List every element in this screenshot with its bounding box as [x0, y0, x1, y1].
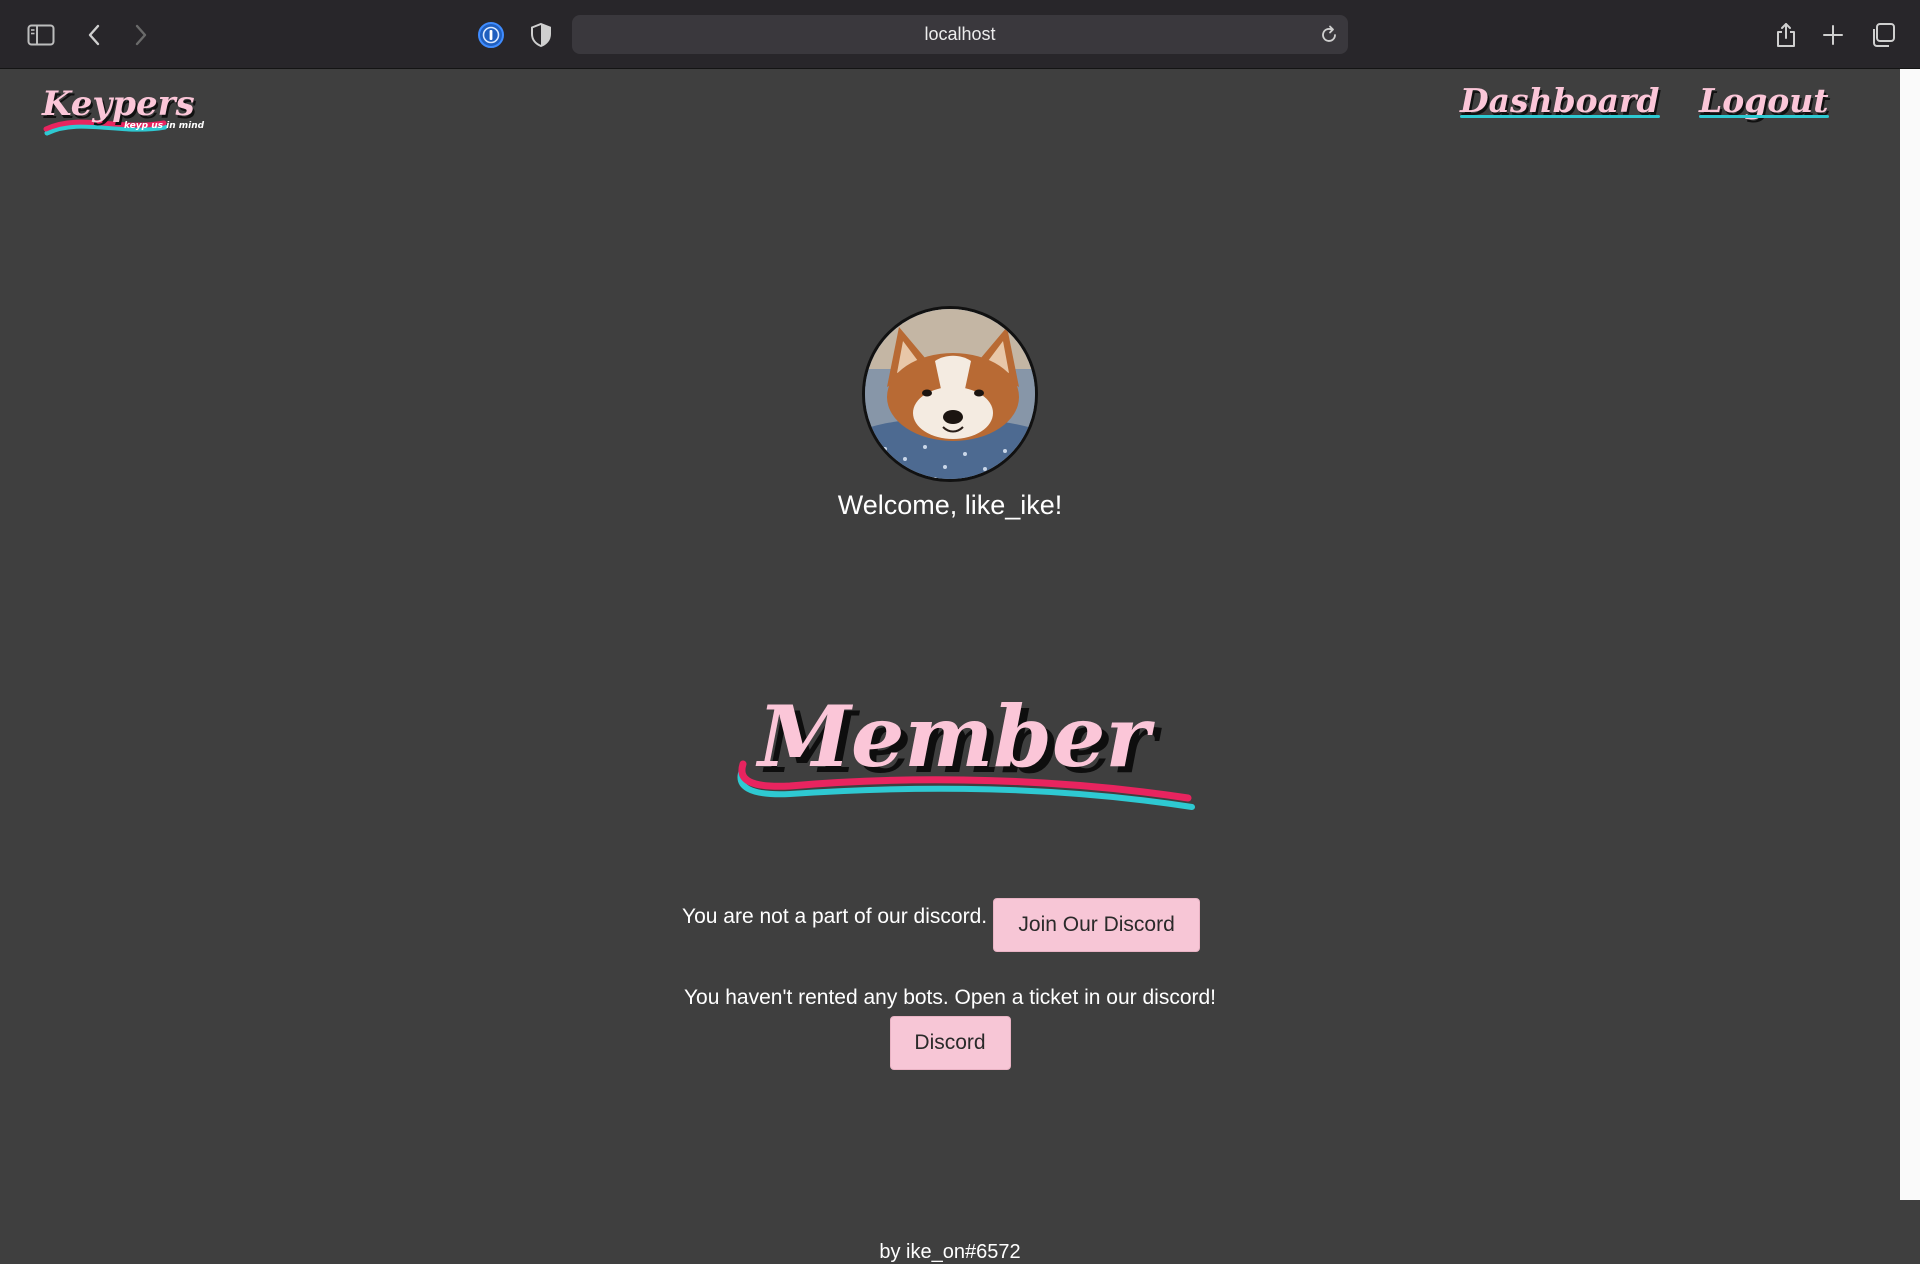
nav-dashboard-underline [1460, 115, 1660, 118]
join-discord-button[interactable]: Join Our Discord [993, 898, 1201, 952]
shield-icon[interactable] [526, 20, 556, 50]
browser-toolbar: localhost [0, 0, 1920, 69]
logo[interactable]: Keypers Keypers keyp us in mind [40, 83, 210, 143]
logo-title: Keypers [41, 84, 195, 124]
bots-status-row: You haven't rented any bots. Open a tick… [560, 986, 1340, 1070]
reload-icon[interactable] [1318, 24, 1340, 46]
logo-graphic: Keypers Keypers keyp us in mind [41, 84, 205, 136]
page-content: Keypers Keypers keyp us in mind Dashboar… [0, 69, 1900, 1263]
address-bar[interactable]: localhost [572, 15, 1348, 54]
discord-status-text: You are not a part of our discord. [682, 905, 988, 928]
tab-overview-icon[interactable] [1868, 20, 1898, 50]
share-icon[interactable] [1771, 20, 1801, 50]
sidebar-icon[interactable] [26, 20, 56, 50]
discord-button[interactable]: Discord [889, 1016, 1011, 1070]
discord-status-row: You are not a part of our discord. Join … [682, 898, 1201, 952]
onepassword-icon[interactable] [476, 20, 506, 50]
bots-status-text: You haven't rented any bots. Open a tick… [683, 986, 1217, 1009]
chevron-right-icon[interactable] [126, 20, 156, 50]
scrollbar[interactable] [1900, 69, 1920, 1200]
role-badge: Member Member [730, 684, 1200, 819]
nav-logout-underline [1699, 115, 1829, 118]
nav-dashboard-link[interactable]: Dashboard [1460, 81, 1660, 120]
role-badge-graphic: Member Member [737, 687, 1195, 810]
chevron-left-icon[interactable] [79, 20, 109, 50]
url-text: localhost [924, 24, 996, 44]
avatar [862, 306, 1038, 482]
footer-credit: by ike_on#6572 [879, 1241, 1021, 1263]
logo-tagline: keyp us in mind [124, 121, 205, 131]
plus-icon[interactable] [1818, 20, 1848, 50]
avatar-image [865, 309, 1035, 479]
nav-logout-link[interactable]: Logout [1699, 81, 1829, 120]
welcome-message: Welcome, like_ike! [837, 490, 1063, 520]
role-title: Member [755, 687, 1155, 786]
